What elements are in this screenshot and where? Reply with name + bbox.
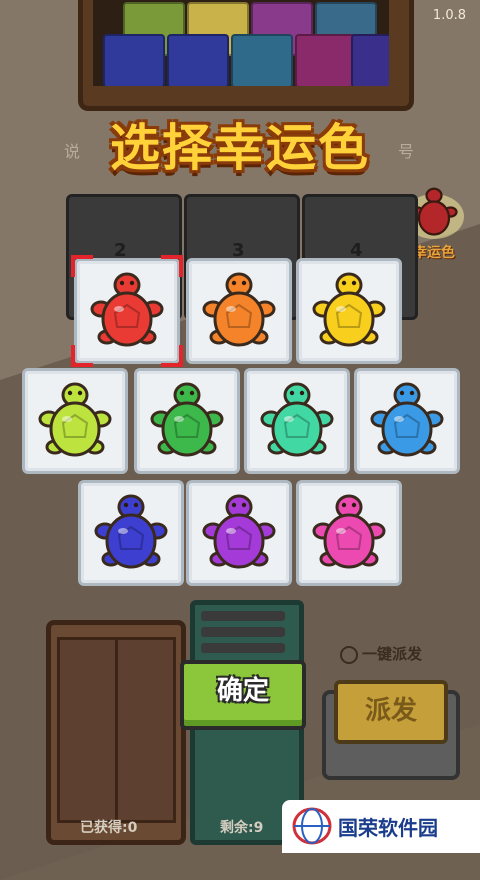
turtle-card-green[interactable]	[134, 368, 240, 474]
shelf-interior	[93, 0, 389, 86]
turtle-icon	[370, 382, 444, 457]
bin-stripe	[201, 611, 285, 621]
turtle-card-lime[interactable]	[22, 368, 128, 474]
bag-icon	[295, 34, 357, 86]
turtle-icon	[90, 272, 164, 347]
page-title: 选择幸运色	[110, 119, 370, 177]
cabinet-door	[115, 637, 176, 823]
turtle-icon	[150, 382, 224, 457]
watermark: 国荣软件园	[282, 800, 480, 853]
selection-corner	[161, 345, 183, 367]
auto-deliver-toggle[interactable]: 一键派发	[340, 643, 422, 664]
confirm-button[interactable]: 确定	[180, 660, 306, 730]
obtained-count: 已获得:0	[80, 820, 138, 836]
turtle-icon	[202, 272, 276, 347]
bin-stripe	[201, 643, 285, 653]
remaining-count: 剩余:9	[220, 820, 264, 836]
turtle-card-indigo[interactable]	[78, 480, 184, 586]
watermark-logo-icon	[292, 807, 332, 845]
obtained-cabinet	[46, 620, 186, 845]
turtle-icon	[260, 382, 334, 457]
selection-corner	[71, 255, 93, 277]
turtle-card-teal[interactable]	[244, 368, 350, 474]
turtle-card-blue[interactable]	[354, 368, 460, 474]
bag-icon	[231, 34, 293, 86]
turtle-icon	[312, 494, 386, 569]
checkbox-icon[interactable]	[340, 645, 358, 664]
turtle-card-yellow[interactable]	[296, 258, 402, 364]
selection-corner	[71, 345, 93, 367]
turtle-card-red[interactable]	[71, 255, 183, 367]
turtle-card-purple[interactable]	[186, 480, 292, 586]
cabinet-door	[57, 637, 118, 823]
turtle-card-orange[interactable]	[186, 258, 292, 364]
bag-icon	[167, 34, 229, 86]
turtle-icon	[312, 272, 386, 347]
bag-icon	[351, 34, 389, 86]
turtle-card-pink[interactable]	[296, 480, 402, 586]
deliver-button[interactable]: 派发	[334, 680, 448, 744]
turtle-icon	[202, 494, 276, 569]
turtle-icon	[38, 382, 112, 457]
selection-corner	[161, 255, 183, 277]
auto-deliver-label: 一键派发	[362, 645, 423, 663]
bag-icon	[103, 34, 165, 86]
turtle-icon	[94, 494, 168, 569]
watermark-text: 国荣软件园	[338, 816, 438, 840]
version-label: 1.0.8	[432, 8, 466, 23]
bin-stripe	[201, 627, 285, 637]
bag-shelf	[78, 0, 414, 111]
